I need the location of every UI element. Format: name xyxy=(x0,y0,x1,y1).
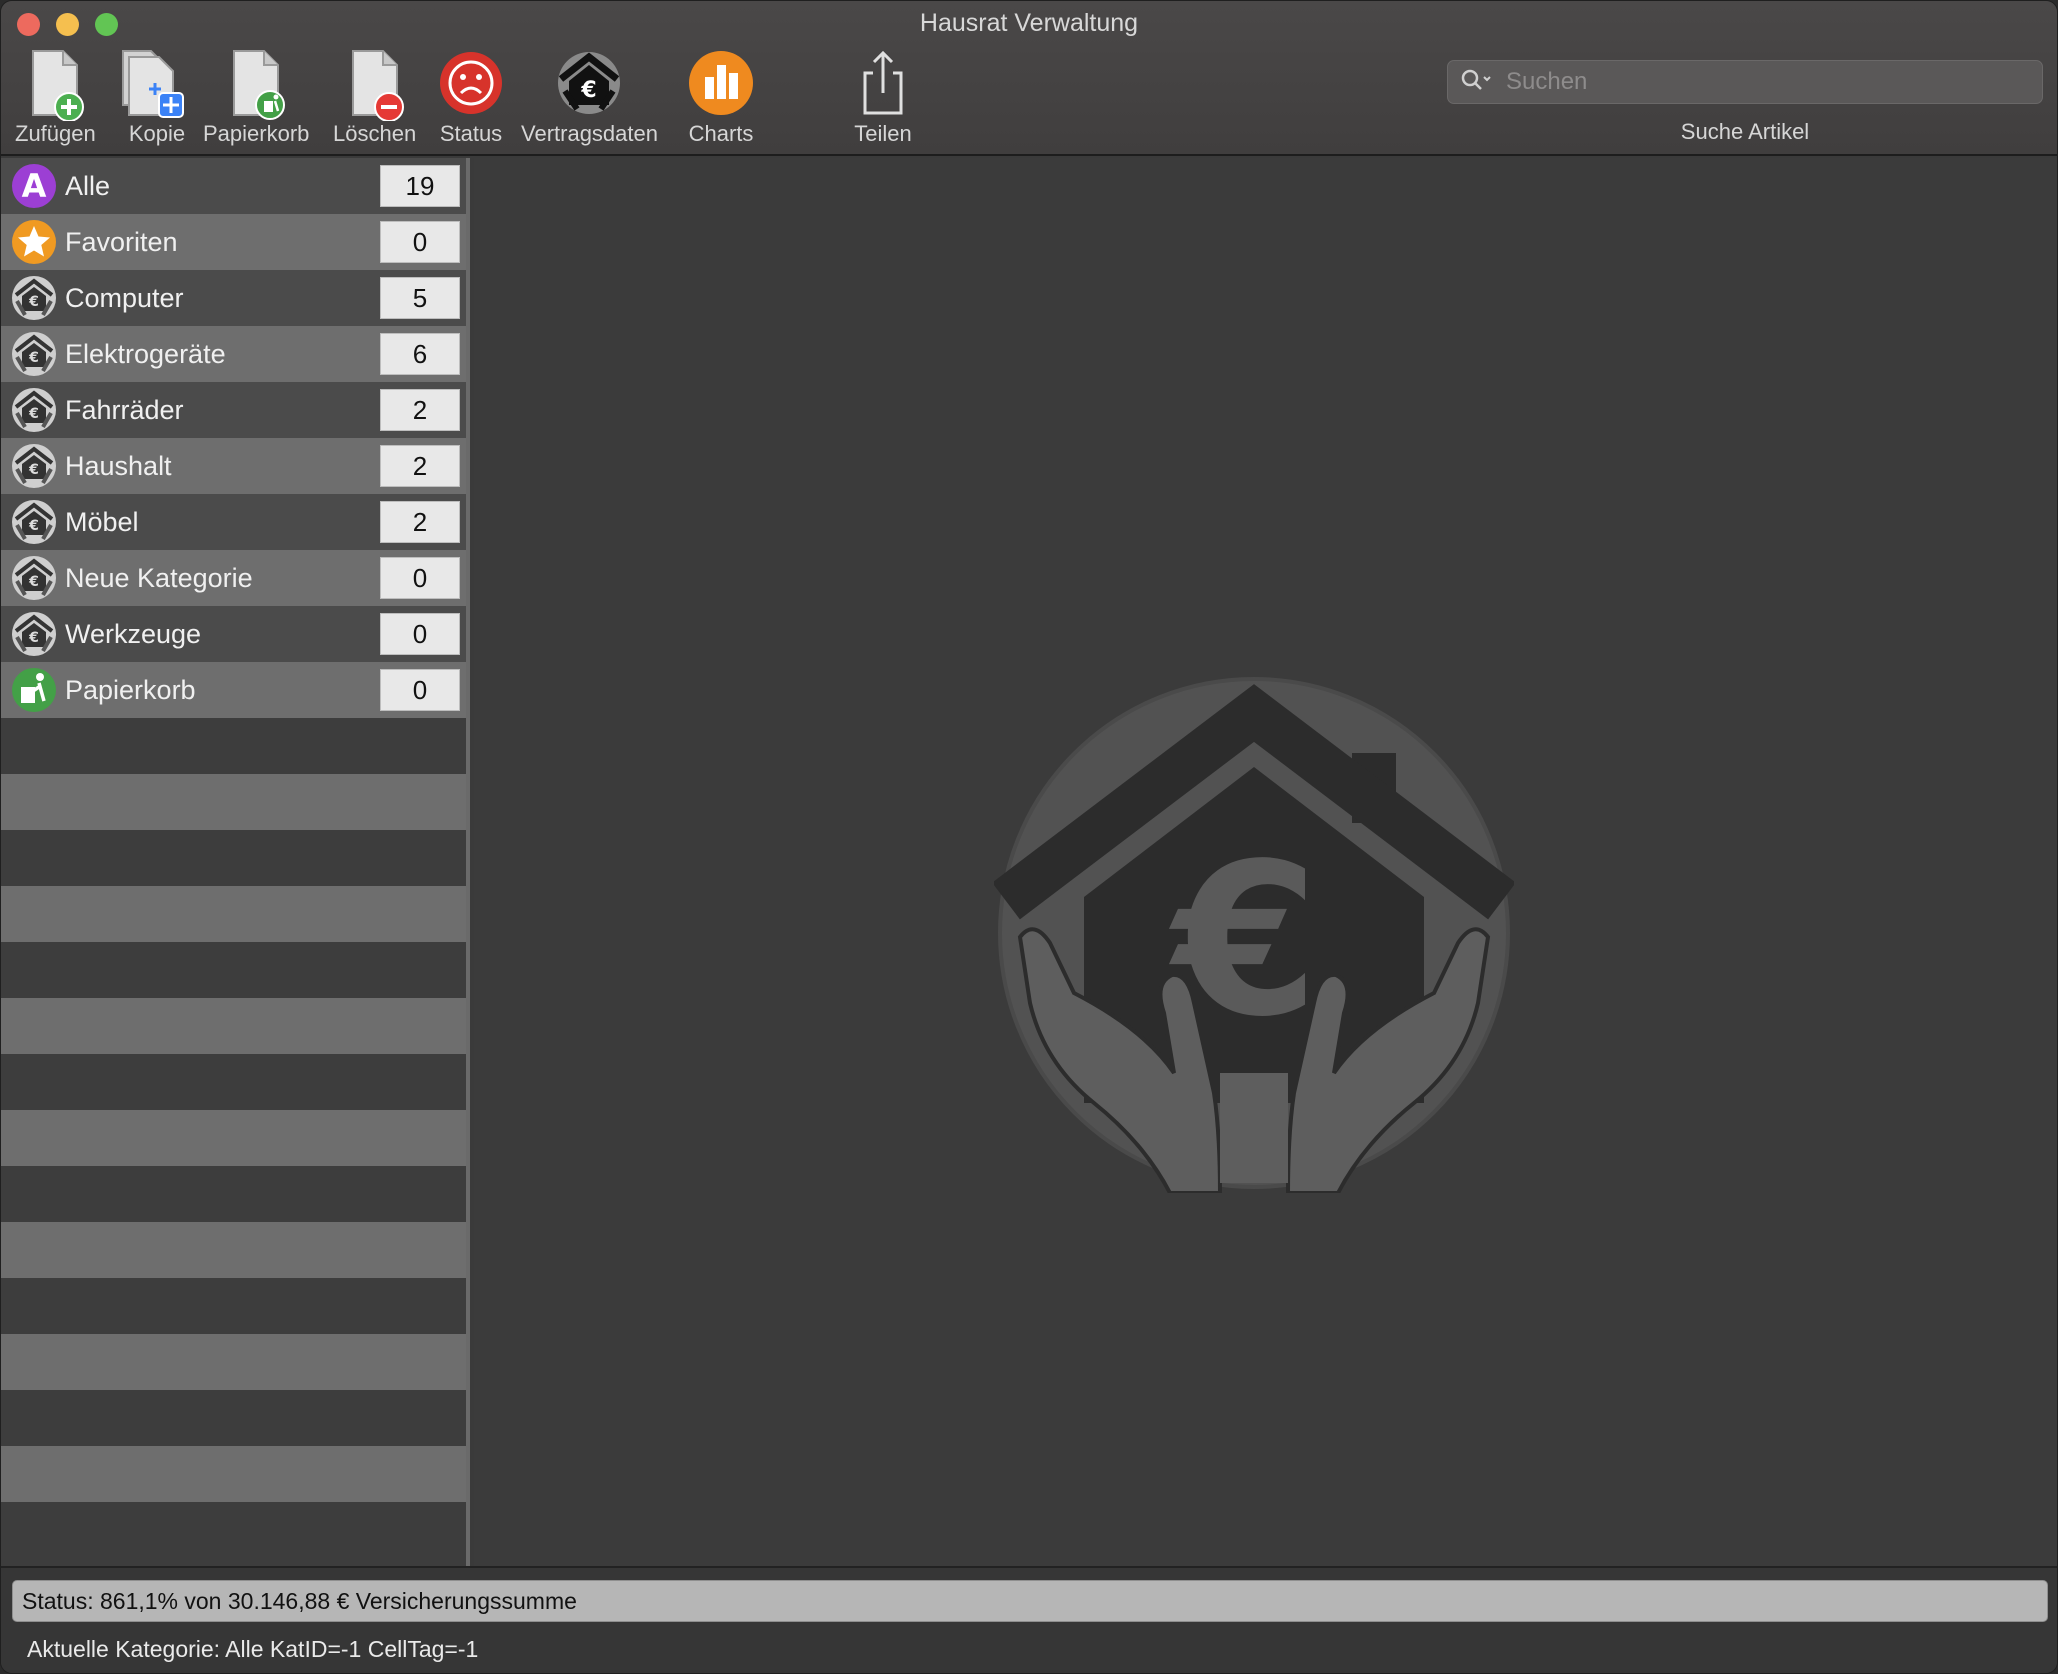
add-document-icon xyxy=(19,49,91,122)
detail-pane: € xyxy=(474,158,2057,1566)
sidebar-item-fahrraeder[interactable]: € Fahrräder 2 xyxy=(1,382,466,438)
app-logo-euro-house-icon: € xyxy=(994,677,1514,1193)
sidebar-item-computer[interactable]: € Computer 5 xyxy=(1,270,466,326)
item-count: 2 xyxy=(380,445,460,487)
search-icon[interactable] xyxy=(1460,68,1494,97)
sidebar-item-alle[interactable]: A Alle 19 xyxy=(1,158,466,214)
item-count: 0 xyxy=(380,613,460,655)
star-icon xyxy=(12,220,56,264)
sidebar-item-moebel[interactable]: € Möbel 2 xyxy=(1,494,466,550)
trash-button[interactable]: Papierkorb xyxy=(203,49,309,147)
status-button[interactable]: Status xyxy=(435,49,507,147)
svg-text:€: € xyxy=(28,350,39,366)
euro-house-icon: € xyxy=(12,612,56,656)
delete-button-label: Löschen xyxy=(333,121,417,146)
delete-button[interactable]: Löschen xyxy=(333,49,416,147)
window-title: Hausrat Verwaltung xyxy=(919,9,1139,37)
add-button[interactable]: Zufügen xyxy=(15,49,96,147)
copy-button-label: Kopie xyxy=(128,121,186,146)
euro-house-icon: € xyxy=(12,500,56,544)
empty-row xyxy=(1,1390,466,1446)
euro-house-icon: € xyxy=(12,388,56,432)
contract-house-icon: € xyxy=(553,49,625,121)
item-count: 19 xyxy=(380,165,460,207)
svg-text:€: € xyxy=(28,294,39,310)
category-sidebar: A Alle 19 Favoriten 0 € Computer 5 € Ele… xyxy=(1,158,470,1566)
charts-button-label: Charts xyxy=(688,121,754,146)
trash-document-icon xyxy=(220,49,292,121)
contract-data-button-label: Vertragsdaten xyxy=(521,121,658,146)
insurance-status-bar: Status: 861,1% von 30.146,88 € Versicher… xyxy=(12,1580,2048,1622)
empty-row xyxy=(1,1222,466,1278)
item-count: 6 xyxy=(380,333,460,375)
sidebar-item-neue-kategorie[interactable]: € Neue Kategorie 0 xyxy=(1,550,466,606)
current-category-info: Aktuelle Kategorie: Alle KatID=-1 CellTa… xyxy=(27,1636,479,1662)
euro-house-icon: € xyxy=(12,556,56,600)
app-window: Hausrat Verwaltung Zufügen Kopie Papierk… xyxy=(0,0,2058,1674)
sidebar-item-elektrogeraete[interactable]: € Elektrogeräte 6 xyxy=(1,326,466,382)
sidebar-item-werkzeuge[interactable]: € Werkzeuge 0 xyxy=(1,606,466,662)
empty-row xyxy=(1,774,466,830)
sidebar-item-papierkorb[interactable]: Papierkorb 0 xyxy=(1,662,466,718)
empty-row xyxy=(1,1502,466,1558)
svg-text:€: € xyxy=(28,518,39,534)
trash-button-label: Papierkorb xyxy=(203,121,310,146)
empty-row xyxy=(1,830,466,886)
search-caption: Suche Artikel xyxy=(1680,119,1810,144)
delete-document-icon xyxy=(339,49,411,122)
share-button-label: Teilen xyxy=(854,121,912,146)
status-button-label: Status xyxy=(439,121,503,146)
sidebar-item-favoriten[interactable]: Favoriten 0 xyxy=(1,214,466,270)
charts-button[interactable]: Charts xyxy=(685,49,757,147)
add-button-label: Zufügen xyxy=(15,121,96,146)
copy-button[interactable]: Kopie xyxy=(121,49,193,147)
item-count: 2 xyxy=(380,389,460,431)
svg-text:€: € xyxy=(28,630,39,646)
empty-row xyxy=(1,998,466,1054)
toolbar: Hausrat Verwaltung Zufügen Kopie Papierk… xyxy=(1,1,2057,156)
empty-row xyxy=(1,1166,466,1222)
contract-data-button[interactable]: € Vertragsdaten xyxy=(521,49,658,147)
empty-row xyxy=(1,718,466,774)
empty-row xyxy=(1,1446,466,1502)
euro-house-icon: € xyxy=(12,276,56,320)
svg-text:€: € xyxy=(28,406,39,422)
item-count: 2 xyxy=(380,501,460,543)
empty-row xyxy=(1,1110,466,1166)
svg-text:€: € xyxy=(28,574,39,590)
empty-row xyxy=(1,942,466,998)
euro-house-icon: € xyxy=(12,444,56,488)
share-button[interactable]: Teilen xyxy=(847,49,919,147)
item-count: 0 xyxy=(380,557,460,599)
status-area: Status: 861,1% von 30.146,88 € Versicher… xyxy=(1,1566,2057,1673)
bar-chart-icon xyxy=(685,49,757,121)
letter-a-icon: A xyxy=(12,164,56,208)
sidebar-item-haushalt[interactable]: € Haushalt 2 xyxy=(1,438,466,494)
sad-face-icon xyxy=(435,49,507,121)
item-count: 0 xyxy=(380,669,460,711)
item-count: 0 xyxy=(380,221,460,263)
empty-row xyxy=(1,1054,466,1110)
svg-text:€: € xyxy=(28,462,39,478)
share-icon xyxy=(847,49,919,121)
search-field[interactable] xyxy=(1447,60,2043,104)
empty-row xyxy=(1,1278,466,1334)
empty-row xyxy=(1,1334,466,1390)
item-count: 5 xyxy=(380,277,460,319)
search-input[interactable] xyxy=(1506,68,2026,96)
copy-document-icon xyxy=(121,49,193,121)
trash-icon xyxy=(12,668,56,712)
svg-text:A: A xyxy=(22,167,47,205)
empty-row xyxy=(1,886,466,942)
euro-house-icon: € xyxy=(12,332,56,376)
svg-text:€: € xyxy=(581,78,597,103)
